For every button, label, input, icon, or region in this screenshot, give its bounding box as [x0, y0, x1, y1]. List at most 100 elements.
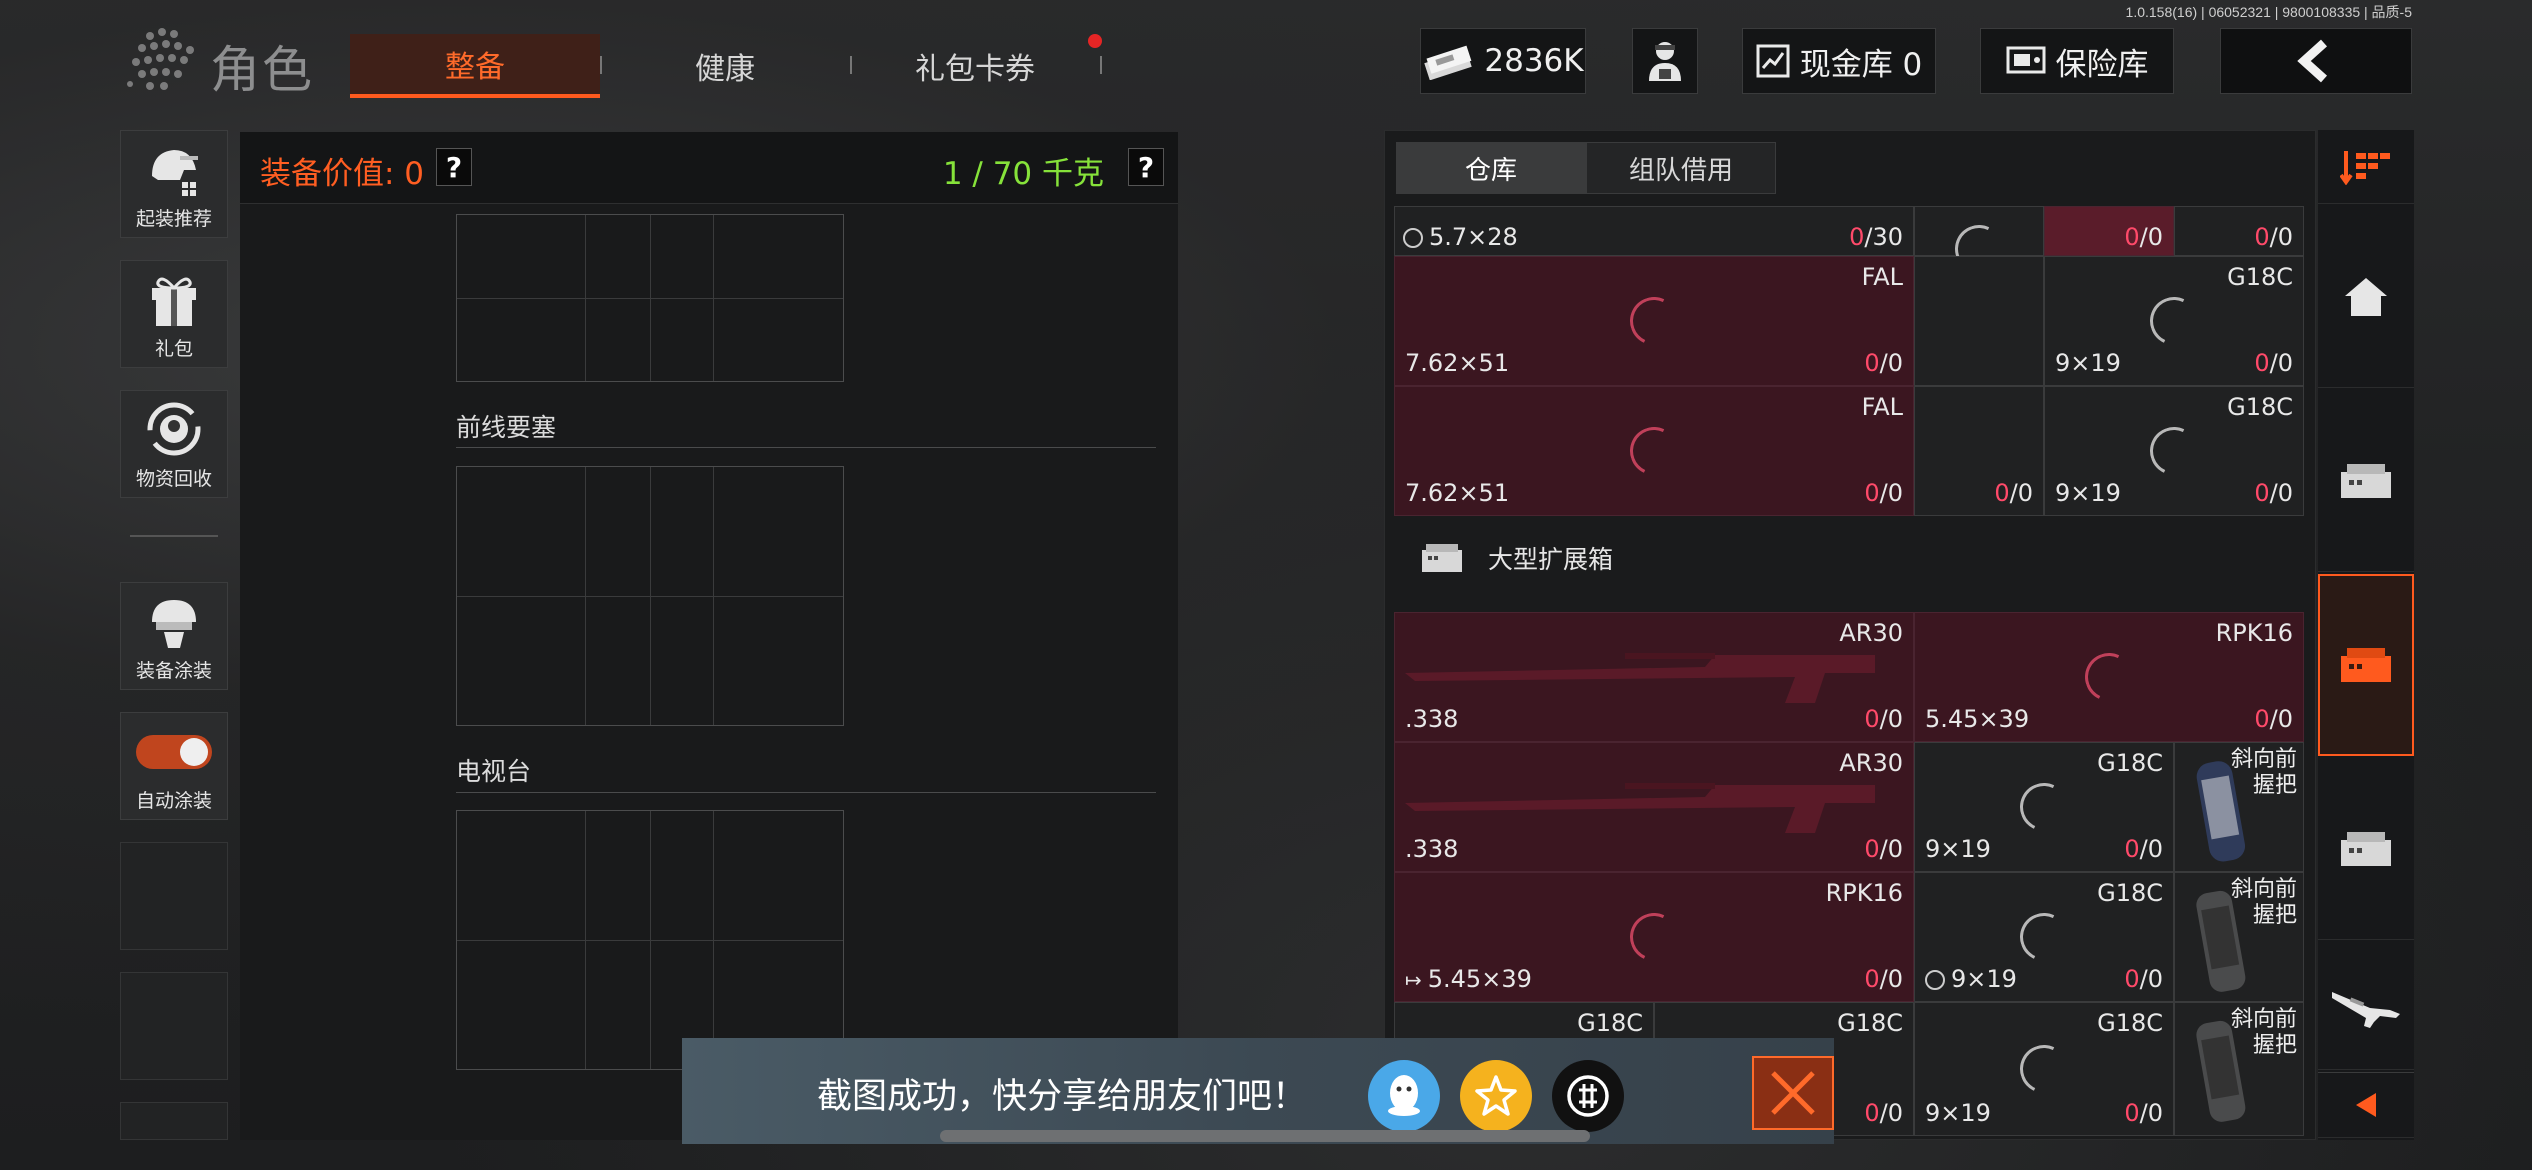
shield-icon [1925, 970, 1945, 990]
tab-health[interactable]: 健康 [600, 34, 850, 98]
tab-prep[interactable]: 整备 [350, 34, 600, 98]
equipment-slot-grid[interactable] [456, 214, 844, 382]
nav-container-2[interactable] [2318, 574, 2414, 756]
item-name: AR30 [1839, 749, 1903, 777]
item-caliber: 9×19 [1925, 835, 1991, 863]
item-count: 0/0 [2254, 479, 2293, 507]
weight-help-button[interactable]: ? [1128, 148, 1164, 186]
equipment-slot-grid[interactable] [456, 466, 844, 726]
item-count: 0/0 [1864, 965, 1903, 993]
item-name: FAL [1861, 393, 1903, 421]
sort-button[interactable] [2318, 130, 2414, 204]
warehouse-item-weapon[interactable]: G18C 9×19 0/0 [2044, 386, 2304, 516]
equipment-slot-grid[interactable] [456, 810, 844, 1070]
storage-box-icon [1422, 544, 1462, 572]
share-qq-button[interactable] [1368, 1060, 1440, 1132]
warehouse-item-attachment[interactable]: 斜向前握把 [2174, 872, 2304, 1002]
section-divider [456, 792, 1156, 793]
item-count: 0/0 [2254, 223, 2293, 251]
warehouse-item-loading[interactable] [1914, 206, 2044, 280]
back-button[interactable] [2220, 28, 2412, 94]
triangle-left-icon [2356, 1093, 2376, 1117]
sidebar-item-recycle[interactable]: 物资回收 [120, 390, 228, 498]
warehouse-item-weapon[interactable]: RPK16 ↦ 5.45×39 0/0 [1394, 872, 1914, 1002]
agent-icon [1649, 42, 1681, 81]
warehouse-item-weapon[interactable]: G18C 9×19 0/0 [1914, 742, 2174, 872]
toast-close-button[interactable] [1752, 1056, 1834, 1130]
item-caliber: 7.62×51 [1405, 479, 1510, 507]
nav-weapons[interactable] [2318, 942, 2414, 1070]
warehouse-item-empty[interactable] [1914, 256, 2044, 386]
home-indicator-bar[interactable] [940, 1130, 1590, 1142]
share-qzone-button[interactable] [1460, 1060, 1532, 1132]
storage-box-header: 大型扩展箱 [1420, 540, 1613, 576]
sidebar-item-loadout-recommend[interactable]: 起装推荐 [120, 130, 228, 238]
item-caliber: 7.62×51 [1405, 349, 1510, 377]
item-count: 0/0 [2124, 835, 2163, 863]
nav-container-3[interactable] [2318, 758, 2414, 940]
value-help-button[interactable]: ? [436, 148, 472, 186]
item-count: 0/30 [1849, 223, 1903, 251]
nav-home[interactable] [2318, 206, 2414, 388]
cash-icon [1424, 45, 1473, 80]
item-name: G18C [2097, 749, 2163, 777]
warehouse-item-ammo[interactable]: 5.7×28 0/30 [1394, 206, 1914, 256]
sidebar-item-gift[interactable]: 礼包 [120, 260, 228, 368]
item-name: RPK16 [1825, 879, 1903, 907]
warehouse-item-weapon[interactable]: AR30 .338 0/0 [1394, 742, 1914, 872]
safe-button[interactable]: 保险库 [1980, 28, 2174, 94]
item-count: 0/0 [2124, 1099, 2163, 1127]
share-other-button[interactable] [1552, 1060, 1624, 1132]
warehouse-item-weapon[interactable]: FAL 7.62×51 0/0 [1394, 256, 1914, 386]
warehouse-item-weapon[interactable]: G18C 9×19 0/0 [1914, 1002, 2174, 1136]
recycle-icon [147, 402, 201, 456]
page-title: 角色 [210, 41, 314, 99]
warehouse-item[interactable]: 0/0 [2044, 206, 2174, 256]
app-share-icon [1567, 1075, 1609, 1117]
toggle-icon[interactable] [135, 734, 213, 770]
loading-spinner-icon [2013, 1038, 2075, 1100]
loading-spinner-icon [2013, 906, 2075, 968]
warehouse-item-weapon[interactable]: G18C 9×19 0/0 [2044, 256, 2304, 386]
sidebar-item-auto-skin[interactable]: 自动涂装 [120, 712, 228, 820]
warehouse-item-attachment[interactable]: 斜向前握把 [2174, 742, 2304, 872]
item-caliber: ↦ 5.45×39 [1405, 965, 1532, 993]
sidebar-item-skin[interactable]: 装备涂装 [120, 582, 228, 690]
notification-dot [1088, 34, 1102, 48]
cash-vault-button[interactable]: 现金库 0 [1742, 28, 1936, 94]
cash-vault-label: 现金库 0 [1799, 46, 1923, 83]
top-bar: 角色 整备 健康 礼包卡券 2836K 现金库 0 保险库 [0, 0, 2532, 120]
nav-collapse-button[interactable] [2318, 1072, 2414, 1138]
warehouse-item-attachment[interactable]: 斜向前握把 [2174, 1002, 2304, 1136]
gift-icon [152, 277, 196, 326]
shield-icon [1403, 228, 1423, 248]
loading-spinner-icon [1623, 290, 1685, 352]
currency-button[interactable]: 2836K [1420, 28, 1586, 94]
item-name: AR30 [1839, 619, 1903, 647]
skin-icon [152, 600, 196, 648]
tab-gift-coupons[interactable]: 礼包卡券 [850, 34, 1100, 98]
sidebar-item-label: 起装推荐 [135, 208, 212, 230]
tab-team-borrow[interactable]: 组队借用 [1586, 142, 1776, 194]
nav-container-1[interactable] [2318, 390, 2414, 572]
item-count: 0/0 [1994, 479, 2033, 507]
sidebar-item-label: 物资回收 [135, 468, 212, 490]
item-caliber: 9×19 [1925, 965, 2017, 993]
item-name: FAL [1861, 263, 1903, 291]
storage-box-icon [2341, 648, 2391, 682]
rifle-silhouette-icon [1405, 783, 1875, 833]
item-count: 0/0 [1864, 705, 1903, 733]
agent-button[interactable] [1632, 28, 1698, 94]
section-title: 电视台 [456, 757, 532, 786]
tab-warehouse[interactable]: 仓库 [1396, 142, 1586, 194]
warehouse-item[interactable]: 0/0 [1914, 386, 2044, 516]
warehouse-item-weapon[interactable]: FAL 7.62×51 0/0 [1394, 386, 1914, 516]
warehouse-item[interactable]: 0/0 [2174, 206, 2304, 256]
equipment-summary-bar: 装备价值: 0 ? 1 / 70 千克 ? [240, 132, 1178, 204]
warehouse-item-weapon[interactable]: RPK16 5.45×39 0/0 [1914, 612, 2304, 742]
warehouse-item-weapon[interactable]: AR30 .338 0/0 [1394, 612, 1914, 742]
weight-capacity: 1 / 70 千克 [942, 156, 1104, 192]
home-icon [2345, 277, 2387, 316]
warehouse-item-weapon[interactable]: G18C 9×19 0/0 [1914, 872, 2174, 1002]
safe-label: 保险库 [2055, 46, 2149, 83]
